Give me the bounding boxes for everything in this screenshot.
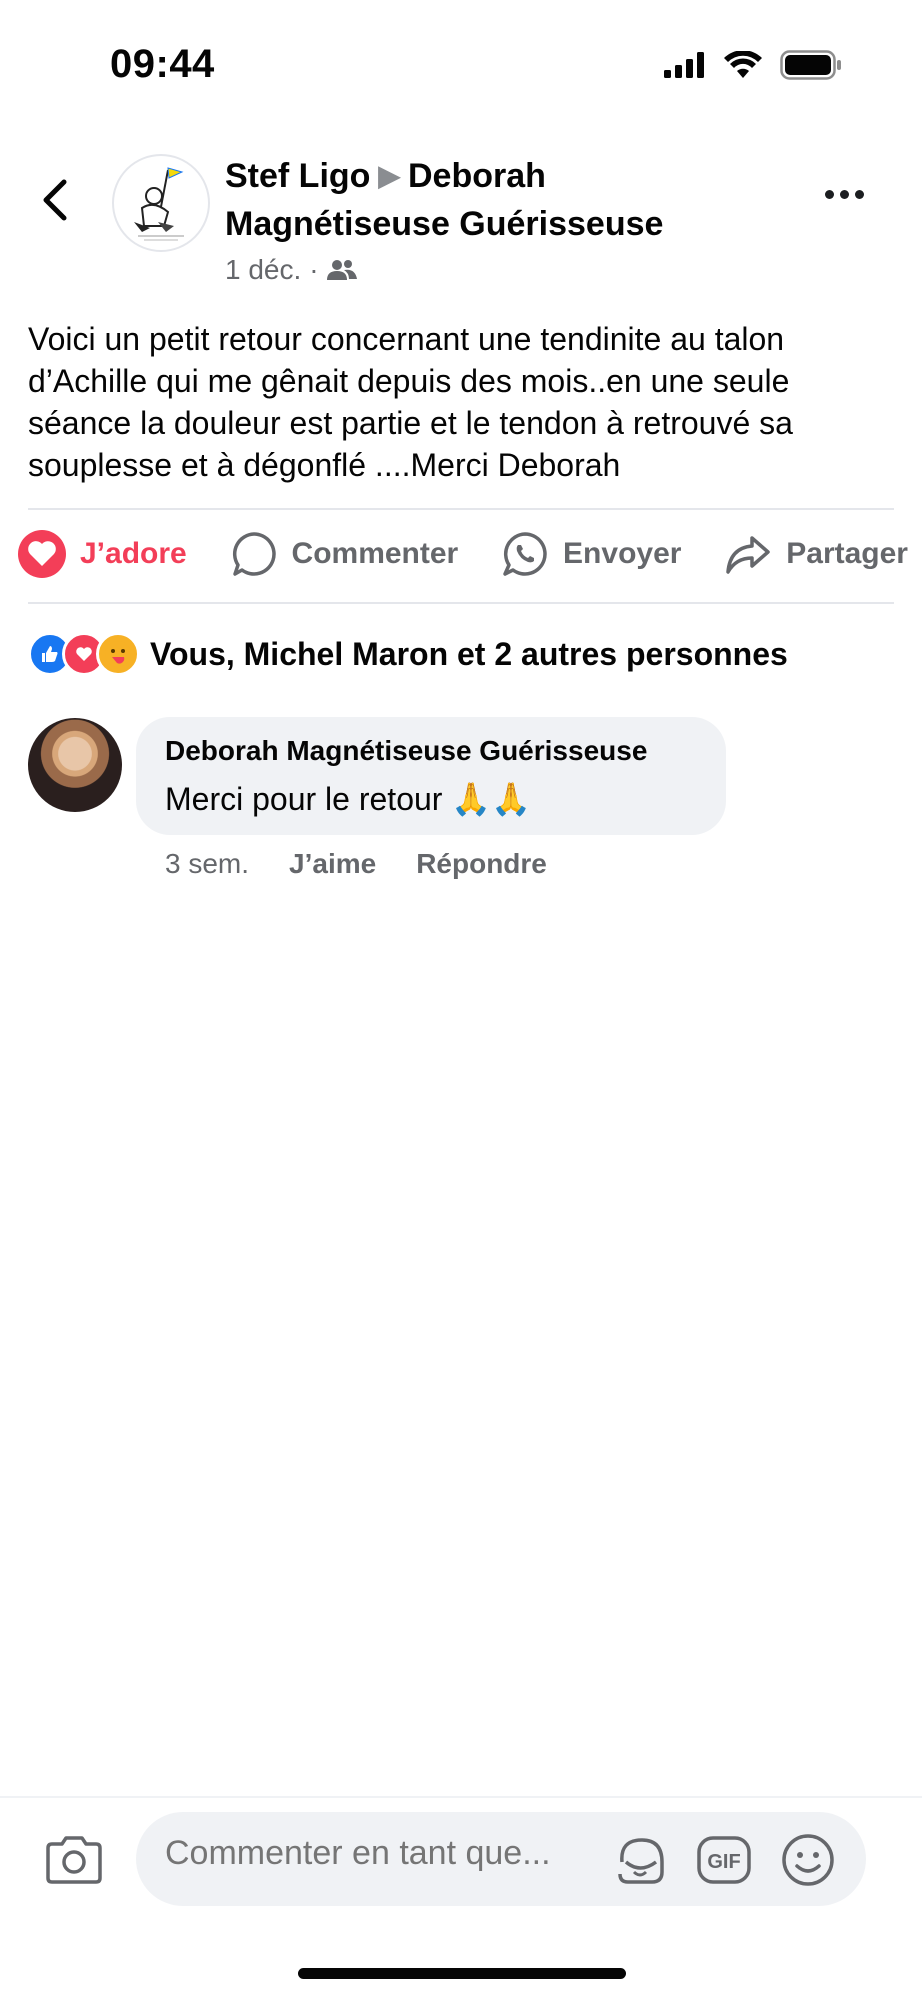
- battery-icon: [780, 50, 841, 80]
- home-indicator: [298, 1968, 626, 1979]
- love-label: J’adore: [80, 537, 187, 570]
- commenter-avatar[interactable]: [28, 718, 122, 812]
- camera-icon[interactable]: [44, 1834, 104, 1886]
- love-button[interactable]: J’adore: [18, 530, 187, 578]
- post-date[interactable]: 1 déc.: [225, 254, 301, 286]
- back-icon[interactable]: [36, 176, 76, 224]
- share-label: Partager: [786, 537, 908, 570]
- author-avatar-drawing: [134, 167, 184, 241]
- send-button[interactable]: Envoyer: [501, 530, 681, 578]
- author-avatar[interactable]: [112, 154, 210, 252]
- status-icons: [664, 50, 842, 80]
- comment-reply-button[interactable]: Répondre: [416, 848, 547, 880]
- more-options-icon[interactable]: [825, 190, 864, 199]
- gif-icon-label: GIF: [707, 1851, 740, 1873]
- share-button[interactable]: Partager: [724, 530, 908, 578]
- love-reaction-icon: [18, 530, 66, 578]
- reaction-icons: [28, 632, 140, 676]
- comment-text: Merci pour le retour 🙏🙏: [165, 781, 532, 817]
- play-arrow-icon: ▶: [378, 160, 400, 191]
- comment-author[interactable]: Deborah Magnétiseuse Guérisseuse: [165, 735, 647, 767]
- divider-top: [28, 508, 894, 510]
- reactions-summary[interactable]: Vous, Michel Maron et 2 autres personnes: [28, 632, 788, 676]
- cellular-signal-icon: [664, 52, 704, 78]
- divider-bottom: [28, 602, 894, 604]
- post-meta: 1 déc. ·: [225, 254, 357, 286]
- share-arrow-icon: [726, 536, 770, 574]
- post-actions: J’adore Commenter Envoyer Partager: [18, 530, 908, 578]
- comment-time: 3 sem.: [165, 848, 250, 879]
- whatsapp-icon: [503, 532, 547, 576]
- meta-separator: ·: [309, 254, 319, 285]
- comment-like-button[interactable]: J’aime: [289, 848, 376, 880]
- avatar-sticker-icon[interactable]: [612, 1832, 668, 1888]
- emoji-icon[interactable]: [780, 1832, 836, 1888]
- comment-bubble-icon: [232, 532, 276, 576]
- post-text: Voici un petit retour concernant une ten…: [28, 321, 793, 483]
- comment-meta: 3 sem. J’aime Répondre: [165, 848, 547, 880]
- author-name[interactable]: Stef Ligo: [225, 157, 370, 195]
- reactions-text: Vous, Michel Maron et 2 autres personnes: [150, 635, 788, 672]
- comment-label: Commenter: [291, 537, 459, 570]
- wifi-icon: [724, 51, 762, 78]
- friends-audience-icon: [326, 260, 357, 280]
- gif-icon[interactable]: GIF: [696, 1832, 752, 1888]
- post-header-title: Stef Ligo ▶ Deborah Magnétiseuse Guérisseu…: [225, 152, 725, 248]
- care-icon: [96, 632, 140, 676]
- comment-input[interactable]: [165, 1834, 605, 1873]
- comment-button[interactable]: Commenter: [230, 530, 459, 578]
- send-label: Envoyer: [563, 537, 682, 570]
- status-time: 09:44: [110, 42, 215, 86]
